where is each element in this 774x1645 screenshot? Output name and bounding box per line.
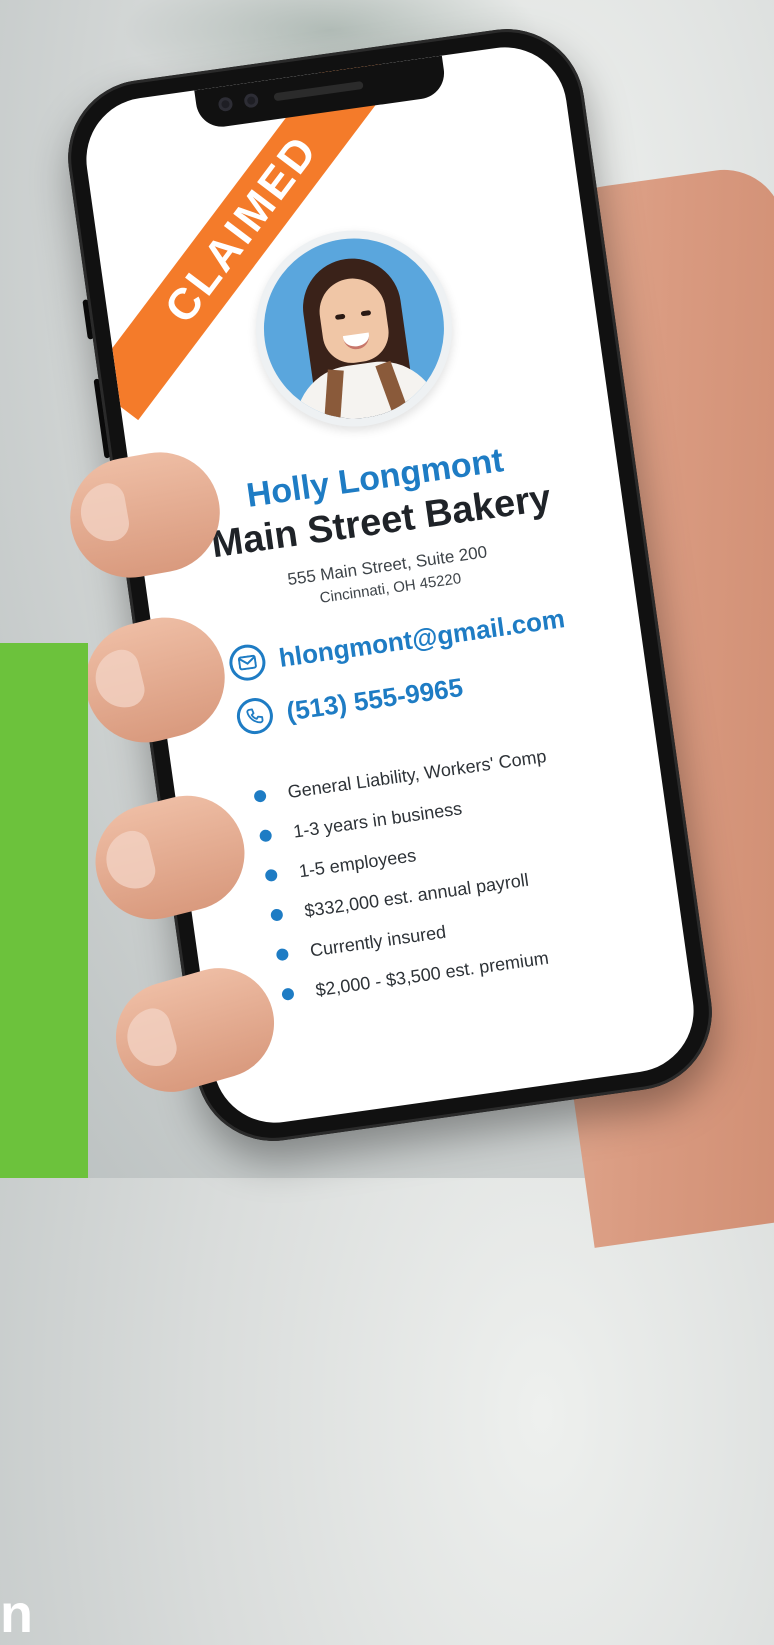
envelope-icon xyxy=(227,642,268,683)
green-side-panel: n xyxy=(0,643,88,1644)
avatar-mouth xyxy=(342,332,371,351)
camera-icon xyxy=(217,96,234,113)
fingernail xyxy=(100,827,159,895)
fingernail xyxy=(76,480,132,546)
bullet-icon xyxy=(258,828,273,843)
fingernail xyxy=(120,1004,181,1073)
avatar-eye xyxy=(334,313,346,320)
details-list: General Liability, Workers' Comp 1-3 yea… xyxy=(251,736,576,1015)
bullet-icon xyxy=(270,908,284,922)
bullet-icon xyxy=(275,947,290,962)
phone-link[interactable]: (513) 555-9965 xyxy=(284,672,464,727)
avatar-eye xyxy=(360,310,372,317)
side-panel-text: n xyxy=(0,1584,33,1644)
speaker-grille xyxy=(273,80,364,102)
detail-text: 1-5 employees xyxy=(297,844,418,881)
phone-icon xyxy=(234,695,276,737)
fingernail xyxy=(89,646,149,714)
phone-row[interactable]: (513) 555-9965 xyxy=(234,669,466,737)
avatar[interactable] xyxy=(243,217,465,440)
bullet-icon xyxy=(253,789,267,803)
bullet-icon xyxy=(264,868,279,883)
profile-photo xyxy=(252,226,456,431)
bullet-icon xyxy=(281,987,295,1001)
sensor-icon xyxy=(243,92,260,109)
email-link[interactable]: hlongmont@gmail.com xyxy=(277,603,567,674)
